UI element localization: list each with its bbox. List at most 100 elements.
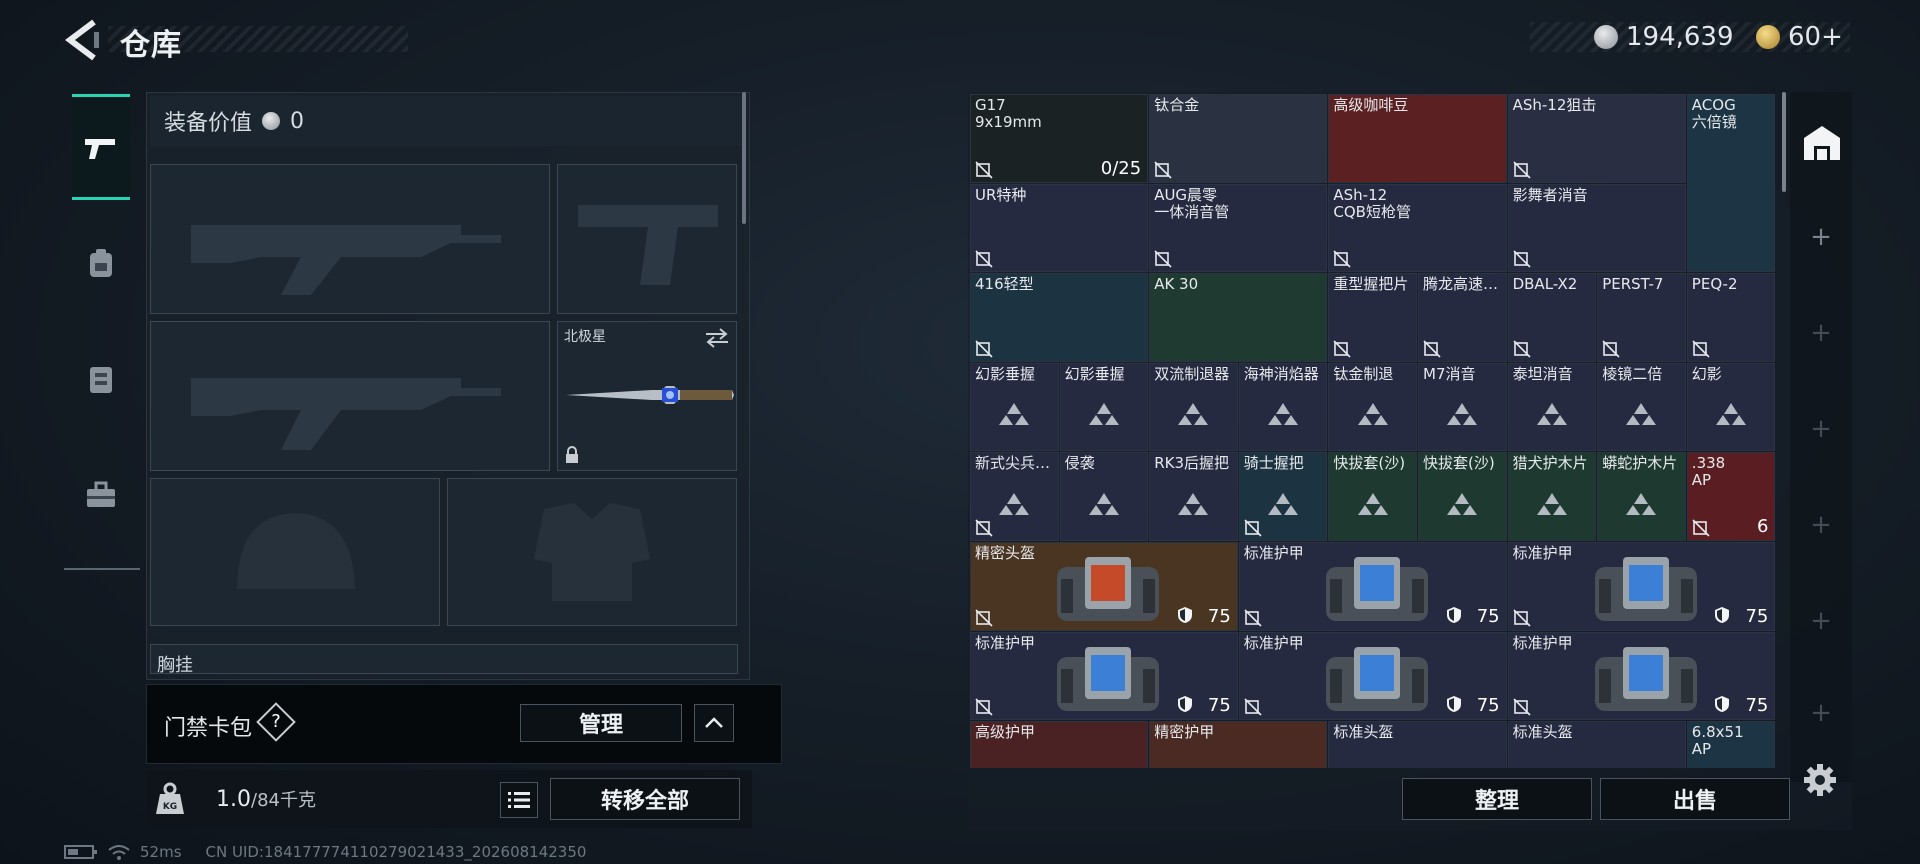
stash-item-name: 骑士握把 bbox=[1243, 454, 1304, 473]
stash-item[interactable]: 钛金制退 bbox=[1328, 362, 1417, 452]
stash-item-name: 标准护甲 bbox=[1243, 544, 1304, 562]
stash-item[interactable]: 幻影垂握 bbox=[1059, 362, 1149, 452]
stash-item[interactable]: 标准头盔 bbox=[1507, 721, 1686, 768]
armor-silhouette-icon bbox=[534, 503, 650, 601]
add-stash-tab-button[interactable]: + bbox=[1810, 320, 1832, 346]
add-stash-tab-button[interactable]: + bbox=[1810, 608, 1832, 634]
stash-item[interactable]: 标准护甲 75 bbox=[1238, 631, 1507, 721]
help-icon[interactable]: ? bbox=[262, 708, 290, 736]
weight-current: 1.0 bbox=[216, 787, 251, 812]
nav-case[interactable] bbox=[72, 442, 130, 548]
stash-item[interactable]: AK 30 bbox=[1149, 273, 1328, 362]
stash-item[interactable]: 棱镜二倍 bbox=[1597, 362, 1686, 452]
stash-item[interactable]: 标准护甲 75 bbox=[1507, 631, 1776, 721]
stash-item[interactable]: 幻影垂握 bbox=[970, 362, 1059, 452]
stash-item-name: 标准护甲 bbox=[1512, 544, 1573, 562]
stash-item[interactable]: DBAL-X2 bbox=[1507, 273, 1597, 362]
stash-item[interactable]: PEQ-2 bbox=[1686, 273, 1776, 362]
stash-item[interactable]: RK3后握把 bbox=[1149, 452, 1238, 541]
swap-icon[interactable] bbox=[704, 328, 730, 348]
stash-item[interactable]: 标准护甲 75 bbox=[1238, 542, 1507, 631]
stash-item[interactable]: 侵袭 bbox=[1059, 452, 1149, 541]
stash-item[interactable]: 影舞者消音 bbox=[1507, 183, 1686, 273]
stash-item[interactable]: 6.8x51 AP bbox=[1686, 721, 1776, 768]
stash-item[interactable]: 骑士握把 bbox=[1238, 452, 1328, 541]
stash-item[interactable]: 精密头盔 75 bbox=[970, 542, 1238, 631]
equipment-value-label: 装备价值 bbox=[164, 111, 253, 136]
stash-item[interactable]: 海神消焰器 bbox=[1238, 362, 1328, 452]
nav-weapons[interactable] bbox=[72, 94, 130, 200]
manage-button[interactable]: 管理 bbox=[520, 704, 682, 742]
untradable-icon bbox=[1244, 519, 1262, 537]
stash-tab-main[interactable] bbox=[1800, 120, 1844, 164]
stash-item[interactable]: 精密护甲 bbox=[1149, 721, 1328, 768]
helmet-silhouette-icon bbox=[237, 513, 355, 589]
stash-grid: G17 9x19mm 0/25 钛合金 高级咖啡豆 ASh-12狙击 ACOG 六倍镜 UR… bbox=[970, 94, 1778, 768]
nav-armor[interactable] bbox=[72, 326, 130, 432]
back-button[interactable] bbox=[64, 18, 104, 62]
pistol-slot[interactable] bbox=[557, 164, 737, 314]
stash-item[interactable]: AUG晨零 一体消音管 bbox=[1149, 183, 1328, 273]
sort-button[interactable]: 整理 bbox=[1402, 778, 1592, 820]
melee-slot[interactable]: 北极星 bbox=[557, 321, 737, 471]
stash-item[interactable]: PERST-7 bbox=[1597, 273, 1686, 362]
secondary-weapon-slot[interactable] bbox=[150, 321, 550, 471]
stash-item[interactable]: 泰坦消音 bbox=[1507, 362, 1597, 452]
add-stash-tab-button[interactable]: + bbox=[1810, 512, 1832, 538]
add-stash-tab-button[interactable]: + bbox=[1810, 224, 1832, 250]
untradable-icon bbox=[1244, 609, 1262, 627]
untradable-icon bbox=[1154, 161, 1172, 179]
stash-item[interactable]: 标准头盔 bbox=[1328, 721, 1507, 768]
collapse-button[interactable] bbox=[694, 704, 734, 742]
stash-item[interactable]: 快拔套(沙) bbox=[1418, 452, 1507, 541]
stash-item[interactable]: UR特种 bbox=[970, 183, 1149, 273]
placeholder-triangle-icon bbox=[999, 403, 1030, 426]
stash-item[interactable]: 新式尖兵… bbox=[970, 452, 1059, 541]
pistol-icon bbox=[85, 139, 115, 159]
primary-weapon-slot[interactable] bbox=[150, 164, 550, 314]
currency-silver[interactable]: 194,639 bbox=[1594, 22, 1734, 52]
stash-item[interactable]: 猎犬护木片 bbox=[1507, 452, 1597, 541]
add-stash-tab-button[interactable]: + bbox=[1810, 416, 1832, 442]
stash-item[interactable]: 高级护甲 bbox=[970, 721, 1149, 768]
stash-item[interactable]: 标准护甲 75 bbox=[970, 631, 1238, 721]
add-stash-tab-button[interactable]: + bbox=[1810, 700, 1832, 726]
helmet-slot[interactable] bbox=[150, 478, 440, 626]
rifle-silhouette-icon bbox=[191, 225, 501, 295]
stash-item[interactable]: 钛合金 bbox=[1149, 94, 1328, 183]
armor-case-icon bbox=[1057, 646, 1159, 711]
untradable-icon bbox=[1333, 250, 1351, 268]
stash-item[interactable]: ACOG 六倍镜 bbox=[1686, 94, 1776, 273]
stash-item[interactable]: 快拔套(沙) bbox=[1328, 452, 1417, 541]
stash-item[interactable]: 重型握把片 bbox=[1328, 273, 1417, 362]
stash-scrollbar[interactable] bbox=[1782, 92, 1786, 192]
nav-backpack[interactable] bbox=[72, 210, 130, 316]
sell-button[interactable]: 出售 bbox=[1600, 778, 1790, 820]
placeholder-triangle-icon bbox=[999, 492, 1030, 515]
equipment-scrollbar[interactable] bbox=[742, 92, 746, 224]
stash-item-name: ASh-12 CQB短枪管 bbox=[1333, 185, 1411, 221]
keycard-label: 门禁卡包 bbox=[164, 716, 253, 741]
wifi-icon bbox=[108, 845, 130, 860]
stash-item[interactable]: 高级咖啡豆 bbox=[1328, 94, 1507, 183]
stash-item[interactable]: 标准护甲 75 bbox=[1507, 542, 1776, 631]
stash-item[interactable]: .338 AP 6 bbox=[1686, 452, 1776, 541]
stash-item[interactable]: 蟒蛇护木片 bbox=[1597, 452, 1686, 541]
stash-item[interactable]: G17 9x19mm 0/25 bbox=[970, 94, 1149, 183]
stash-item[interactable]: 幻影 bbox=[1686, 362, 1776, 452]
stash-item[interactable]: ASh-12狙击 bbox=[1507, 94, 1686, 183]
stash-item[interactable]: M7消音 bbox=[1418, 362, 1507, 452]
stash-item[interactable]: 腾龙高速… bbox=[1418, 273, 1507, 362]
durability-shield-icon bbox=[1446, 696, 1461, 713]
weight-max: /84千克 bbox=[251, 790, 316, 811]
stash-item[interactable]: 416轻型 bbox=[970, 273, 1149, 362]
list-view-button[interactable] bbox=[500, 782, 538, 818]
stash-item[interactable]: 双流制退器 bbox=[1149, 362, 1238, 452]
stash-item[interactable]: ASh-12 CQB短枪管 bbox=[1328, 183, 1507, 273]
transfer-all-button[interactable]: 转移全部 bbox=[550, 778, 740, 820]
stash-item-name: UR特种 bbox=[975, 185, 1027, 204]
chest-rig-slot[interactable]: 胸挂 bbox=[150, 644, 738, 674]
settings-button[interactable] bbox=[1802, 762, 1838, 798]
armor-slot[interactable] bbox=[447, 478, 737, 626]
currency-gold[interactable]: 60+ bbox=[1756, 22, 1843, 52]
